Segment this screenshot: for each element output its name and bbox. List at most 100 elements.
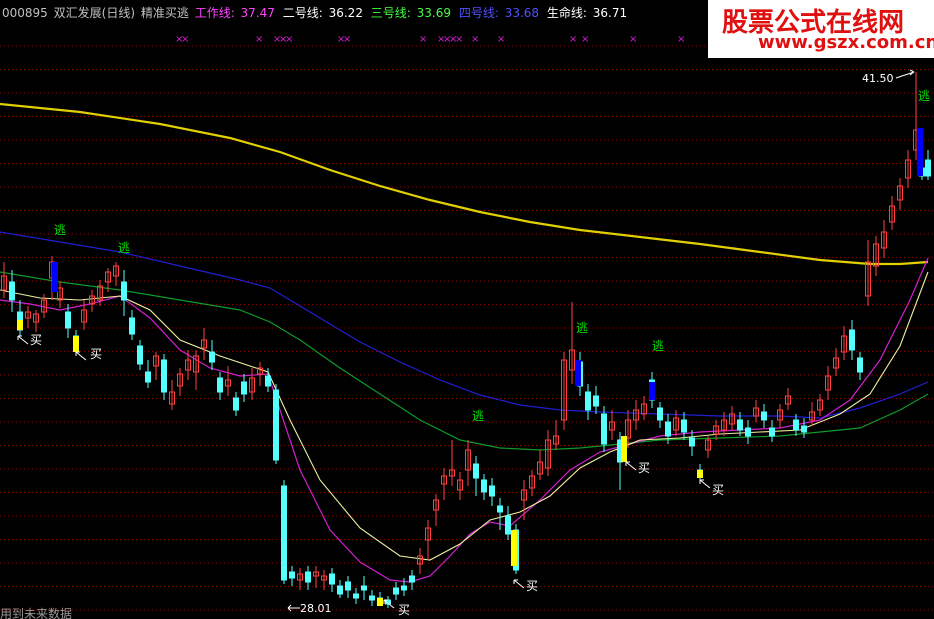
sell-signal-label: 逃 bbox=[652, 339, 664, 353]
buy-arrow bbox=[699, 479, 711, 489]
candle-body bbox=[505, 515, 511, 535]
sell-signal-label: 逃 bbox=[918, 89, 930, 103]
legend-line-3: 三号线: 33.69 bbox=[370, 6, 451, 20]
x-mark: × bbox=[455, 34, 463, 45]
candle-body bbox=[305, 571, 311, 583]
x-mark: × bbox=[581, 34, 589, 45]
legend-life-line: 生命线: 36.71 bbox=[546, 6, 628, 20]
candle-body bbox=[737, 419, 743, 431]
candle-body bbox=[761, 411, 767, 421]
buy-bar bbox=[377, 598, 383, 606]
logo-url: www.gszx.com.cn bbox=[758, 32, 934, 53]
sell-bar bbox=[917, 128, 923, 176]
candle-body bbox=[281, 485, 287, 581]
candle-body bbox=[137, 345, 143, 365]
buy-bar bbox=[697, 470, 703, 478]
candle-body bbox=[793, 419, 799, 431]
candle-body bbox=[925, 159, 931, 177]
sell-bar bbox=[52, 262, 58, 292]
legend-line-4: 四号线: 33.68 bbox=[458, 6, 540, 20]
x-mark: × bbox=[569, 34, 577, 45]
max-arrow bbox=[895, 69, 915, 79]
candle-body bbox=[769, 427, 775, 437]
candle-body bbox=[9, 281, 15, 301]
x-mark: × bbox=[285, 34, 293, 45]
candle-body bbox=[489, 485, 495, 497]
min-arrow bbox=[287, 604, 300, 612]
candle-body bbox=[665, 421, 671, 437]
sell-signal-label: 逃 bbox=[54, 223, 66, 237]
candle-body bbox=[401, 585, 407, 591]
candle-body bbox=[801, 425, 807, 433]
buy-arrow bbox=[17, 335, 29, 345]
candle-body bbox=[289, 571, 295, 579]
candle-body bbox=[217, 377, 223, 393]
chart-window: { "header": { "code": "000895", "name": … bbox=[0, 0, 934, 619]
candle-body bbox=[409, 575, 415, 583]
sell-signal-label: 逃 bbox=[118, 241, 130, 255]
buy-bar bbox=[17, 320, 23, 330]
buy-signal-label: 买 bbox=[30, 333, 42, 347]
legend: 000895 双汇发展(日线) 精准买逃 工作线: 37.47 二号线: 36.… bbox=[2, 4, 631, 22]
buy-bar bbox=[73, 336, 79, 352]
buy-arrow bbox=[625, 461, 637, 471]
candle-body bbox=[265, 375, 271, 387]
candle-body bbox=[849, 329, 855, 351]
stock-code: 000895 bbox=[2, 6, 48, 20]
buy-signal-label: 买 bbox=[398, 603, 410, 617]
long-ma-line bbox=[0, 102, 929, 266]
buy-signal-label: 买 bbox=[638, 461, 650, 475]
buy-arrow bbox=[513, 579, 525, 589]
footer-note: 用到未来数据 bbox=[0, 607, 73, 619]
x-mark: × bbox=[343, 34, 351, 45]
max-price-label: 41.50 bbox=[862, 72, 894, 85]
candle-body bbox=[233, 397, 239, 411]
candle-body bbox=[361, 585, 367, 591]
x-mark: × bbox=[471, 34, 479, 45]
candle-body bbox=[393, 587, 399, 595]
indicator-name: 精准买逃 bbox=[140, 6, 189, 20]
candle-body bbox=[241, 381, 247, 395]
candle-body bbox=[657, 407, 663, 421]
legend-work-line: 工作线: 37.47 bbox=[194, 6, 275, 20]
candle-body bbox=[129, 317, 135, 335]
candle-body bbox=[473, 463, 479, 479]
sell-bar bbox=[649, 382, 655, 400]
candle-body bbox=[273, 389, 279, 461]
x-mark: × bbox=[677, 34, 685, 45]
candle-body bbox=[65, 311, 71, 329]
sell-signal-label: 逃 bbox=[472, 409, 484, 423]
buy-signal-label: 买 bbox=[526, 579, 538, 593]
candle-body bbox=[337, 585, 343, 595]
blue-line bbox=[0, 231, 929, 419]
candle-body bbox=[209, 351, 215, 363]
x-mark: × bbox=[419, 34, 427, 45]
x-mark: × bbox=[497, 34, 505, 45]
buy-signal-label: 买 bbox=[90, 347, 102, 361]
candle-body bbox=[585, 391, 591, 411]
candle-body bbox=[497, 505, 503, 513]
candle-body bbox=[329, 573, 335, 585]
sell-bar bbox=[575, 360, 581, 386]
site-logo: 股票公式在线网 www.gszx.com.cn bbox=[708, 0, 934, 58]
buy-arrow bbox=[75, 351, 87, 361]
buy-signal-label: 买 bbox=[712, 483, 724, 497]
x-mark: × bbox=[255, 34, 263, 45]
buy-bar bbox=[511, 530, 517, 566]
buy-bar bbox=[621, 436, 627, 462]
candle-body bbox=[121, 281, 127, 301]
candle-body bbox=[745, 427, 751, 437]
candle-body bbox=[601, 413, 607, 445]
candle-body bbox=[681, 419, 687, 433]
candle-body bbox=[345, 581, 351, 591]
stock-name: 双汇发展(日线) bbox=[53, 6, 136, 20]
legend-line-2: 二号线: 36.22 bbox=[282, 6, 363, 20]
candlestick-chart: 逃逃逃逃逃逃买买买买买买×× × ××× ×× × ×××× × × × × × ×41.5028.0… bbox=[0, 34, 934, 617]
min-price-label: 28.01 bbox=[300, 602, 332, 615]
candle-body bbox=[161, 359, 167, 393]
sell-signal-label: 逃 bbox=[576, 321, 588, 335]
candle-body bbox=[145, 371, 151, 383]
x-mark: × bbox=[629, 34, 637, 45]
candle-body bbox=[857, 357, 863, 373]
candle-body bbox=[369, 595, 375, 601]
